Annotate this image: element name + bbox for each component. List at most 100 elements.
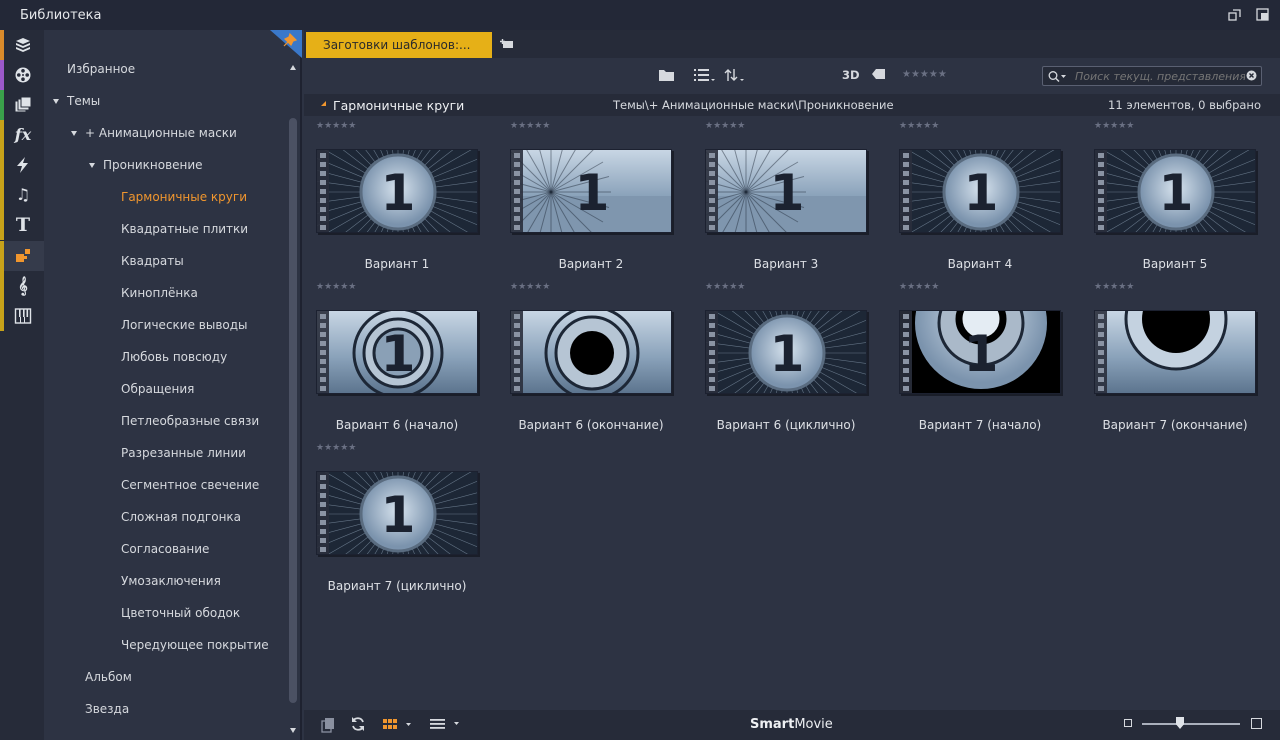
layers-icon (14, 96, 32, 114)
rating-stars[interactable]: ★★★★★ (316, 443, 356, 453)
strip-item-template[interactable] (0, 241, 44, 271)
search-input[interactable] (1075, 69, 1245, 83)
template-card[interactable]: ★★★★★ 1 Вариант 1 (304, 116, 484, 276)
tree-item[interactable]: Квадраты (121, 254, 184, 268)
strip-item-bolt[interactable] (0, 150, 44, 180)
template-card[interactable]: ★★★★★ 1 Вариант 3 (693, 116, 873, 276)
sync-icon[interactable] (350, 716, 366, 735)
rating-stars[interactable]: ★★★★★ (316, 282, 356, 292)
svg-text:1: 1 (381, 164, 416, 222)
folder-icon[interactable] (658, 68, 676, 85)
rating-stars[interactable]: ★★★★★ (510, 282, 550, 292)
template-thumbnail[interactable]: 1 (316, 310, 478, 394)
tab-templates[interactable]: Заготовки шаблонов:... (306, 32, 492, 58)
copy-icon[interactable] (321, 717, 335, 736)
tree-item[interactable]: Проникновение (103, 158, 203, 172)
tree-item[interactable]: Квадратные плитки (121, 222, 248, 236)
tree-item[interactable]: Логические выводы (121, 318, 248, 332)
template-thumbnail[interactable]: 1 (316, 471, 478, 555)
strip-item-music-note[interactable]: ♫ (0, 180, 44, 210)
strip-item-box[interactable] (0, 30, 44, 60)
search-box[interactable] (1042, 66, 1262, 86)
expand-arrow-icon[interactable] (71, 131, 77, 136)
template-card[interactable]: ★★★★★ Вариант 7 (окончание) (1082, 277, 1262, 437)
list-view-icon[interactable] (693, 68, 717, 85)
rating-stars[interactable]: ★★★★★ (510, 121, 550, 131)
template-card[interactable]: ★★★★★ 1 Вариант 6 (циклично) (693, 277, 873, 437)
tree-item[interactable]: Согласование (121, 542, 209, 556)
tree-item[interactable]: Сегментное свечение (121, 478, 259, 492)
rating-stars[interactable]: ★★★★★ (899, 282, 939, 292)
large-thumbs-icon[interactable] (1251, 718, 1262, 729)
tree-item[interactable]: Звезда (85, 702, 129, 716)
strip-item-treble-clef[interactable]: 𝄞 (0, 271, 44, 301)
tree-item[interactable]: Киноплёнка (121, 286, 198, 300)
tree-item[interactable]: Чередующее покрытие (121, 638, 269, 652)
strip-item-piano[interactable] (0, 301, 44, 331)
rating-stars[interactable]: ★★★★★ (316, 121, 356, 131)
template-card[interactable]: ★★★★★ 1 Вариант 5 (1082, 116, 1262, 276)
grid-view-icon[interactable] (382, 718, 412, 733)
expand-arrow-icon[interactable] (53, 99, 59, 104)
template-card[interactable]: ★★★★★ 1 Вариант 7 (циклично) (304, 438, 484, 598)
strip-item-fx[interactable]: fx (0, 120, 44, 150)
tree-item[interactable]: Петлеобразные связи (121, 414, 259, 428)
tree-item[interactable]: Обращения (121, 382, 194, 396)
collapse-arrow-icon[interactable] (321, 101, 326, 106)
tree-item[interactable]: Любовь повсюду (121, 350, 227, 364)
rating-stars[interactable]: ★★★★★ (705, 282, 745, 292)
menu-icon[interactable] (428, 718, 462, 733)
expand-arrow-icon[interactable] (89, 163, 95, 168)
scroll-up-arrow[interactable] (290, 65, 296, 70)
rating-stars[interactable]: ★★★★★ (899, 121, 939, 131)
template-card[interactable]: ★★★★★ 1 Вариант 4 (887, 116, 1067, 276)
zoom-slider-thumb[interactable] (1176, 717, 1184, 729)
tree-item[interactable]: + Анимационные маски (85, 126, 237, 140)
sort-icon[interactable] (724, 68, 748, 85)
smartmovie-button[interactable]: SmartMovie (750, 717, 833, 732)
small-thumbs-icon[interactable] (1124, 719, 1132, 727)
pin-icon[interactable] (270, 30, 302, 58)
clear-search-icon[interactable] (1246, 70, 1257, 84)
tree-item[interactable]: Избранное (67, 62, 135, 76)
tree-item[interactable]: Гармоничные круги (121, 190, 247, 204)
rating-stars[interactable]: ★★★★★ (705, 121, 745, 131)
template-thumbnail[interactable]: 1 (316, 149, 478, 233)
restore-icon[interactable] (1228, 8, 1242, 22)
template-thumbnail[interactable]: 1 (510, 149, 672, 233)
template-thumbnail[interactable]: 1 (705, 149, 867, 233)
scroll-down-arrow[interactable] (290, 728, 296, 733)
tree-item[interactable]: Темы (67, 94, 100, 108)
rating-filter[interactable]: ★★★★★ (902, 69, 947, 80)
template-card[interactable]: ★★★★★ 1 Вариант 7 (начало) (887, 277, 1067, 437)
template-thumbnail[interactable] (510, 310, 672, 394)
template-card[interactable]: ★★★★★ 1 Вариант 2 (498, 116, 678, 276)
library-window: Библиотека fx ♫ T 𝄞 Избранное Темы + Анимацио… (0, 0, 1280, 740)
tree-item[interactable]: Альбом (85, 670, 132, 684)
template-card[interactable]: ★★★★★ Вариант 6 (окончание) (498, 277, 678, 437)
strip-item-title[interactable]: T (0, 210, 44, 240)
rating-stars[interactable]: ★★★★★ (1094, 282, 1134, 292)
tree-item[interactable]: Разрезанные линии (121, 446, 246, 460)
tree-scrollbar[interactable] (289, 118, 297, 703)
tree-item[interactable]: Цветочный ободок (121, 606, 240, 620)
add-tab-icon[interactable] (500, 38, 514, 50)
strip-item-film-reel[interactable] (0, 60, 44, 90)
template-card[interactable]: ★★★★★ 1 Вариант 6 (начало) (304, 277, 484, 437)
3d-filter-button[interactable]: 3D (842, 68, 860, 82)
template-thumbnail[interactable]: 1 (1094, 149, 1256, 233)
tag-icon[interactable] (871, 68, 887, 83)
tree-item[interactable]: Умозаключения (121, 574, 221, 588)
search-icon[interactable] (1048, 70, 1068, 86)
content-header: Гармоничные круги Темы\+ Анимационные ма… (304, 94, 1280, 116)
template-thumbnail[interactable]: 1 (899, 149, 1061, 233)
template-thumbnail[interactable] (1094, 310, 1256, 394)
detach-icon[interactable] (1256, 8, 1270, 22)
strip-color-bar (0, 301, 4, 331)
strip-item-layers[interactable] (0, 90, 44, 120)
template-thumbnail[interactable]: 1 (705, 310, 867, 394)
tree-item[interactable]: Сложная подгонка (121, 510, 241, 524)
template-thumbnail[interactable]: 1 (899, 310, 1061, 394)
zoom-slider[interactable] (1142, 723, 1240, 725)
rating-stars[interactable]: ★★★★★ (1094, 121, 1134, 131)
